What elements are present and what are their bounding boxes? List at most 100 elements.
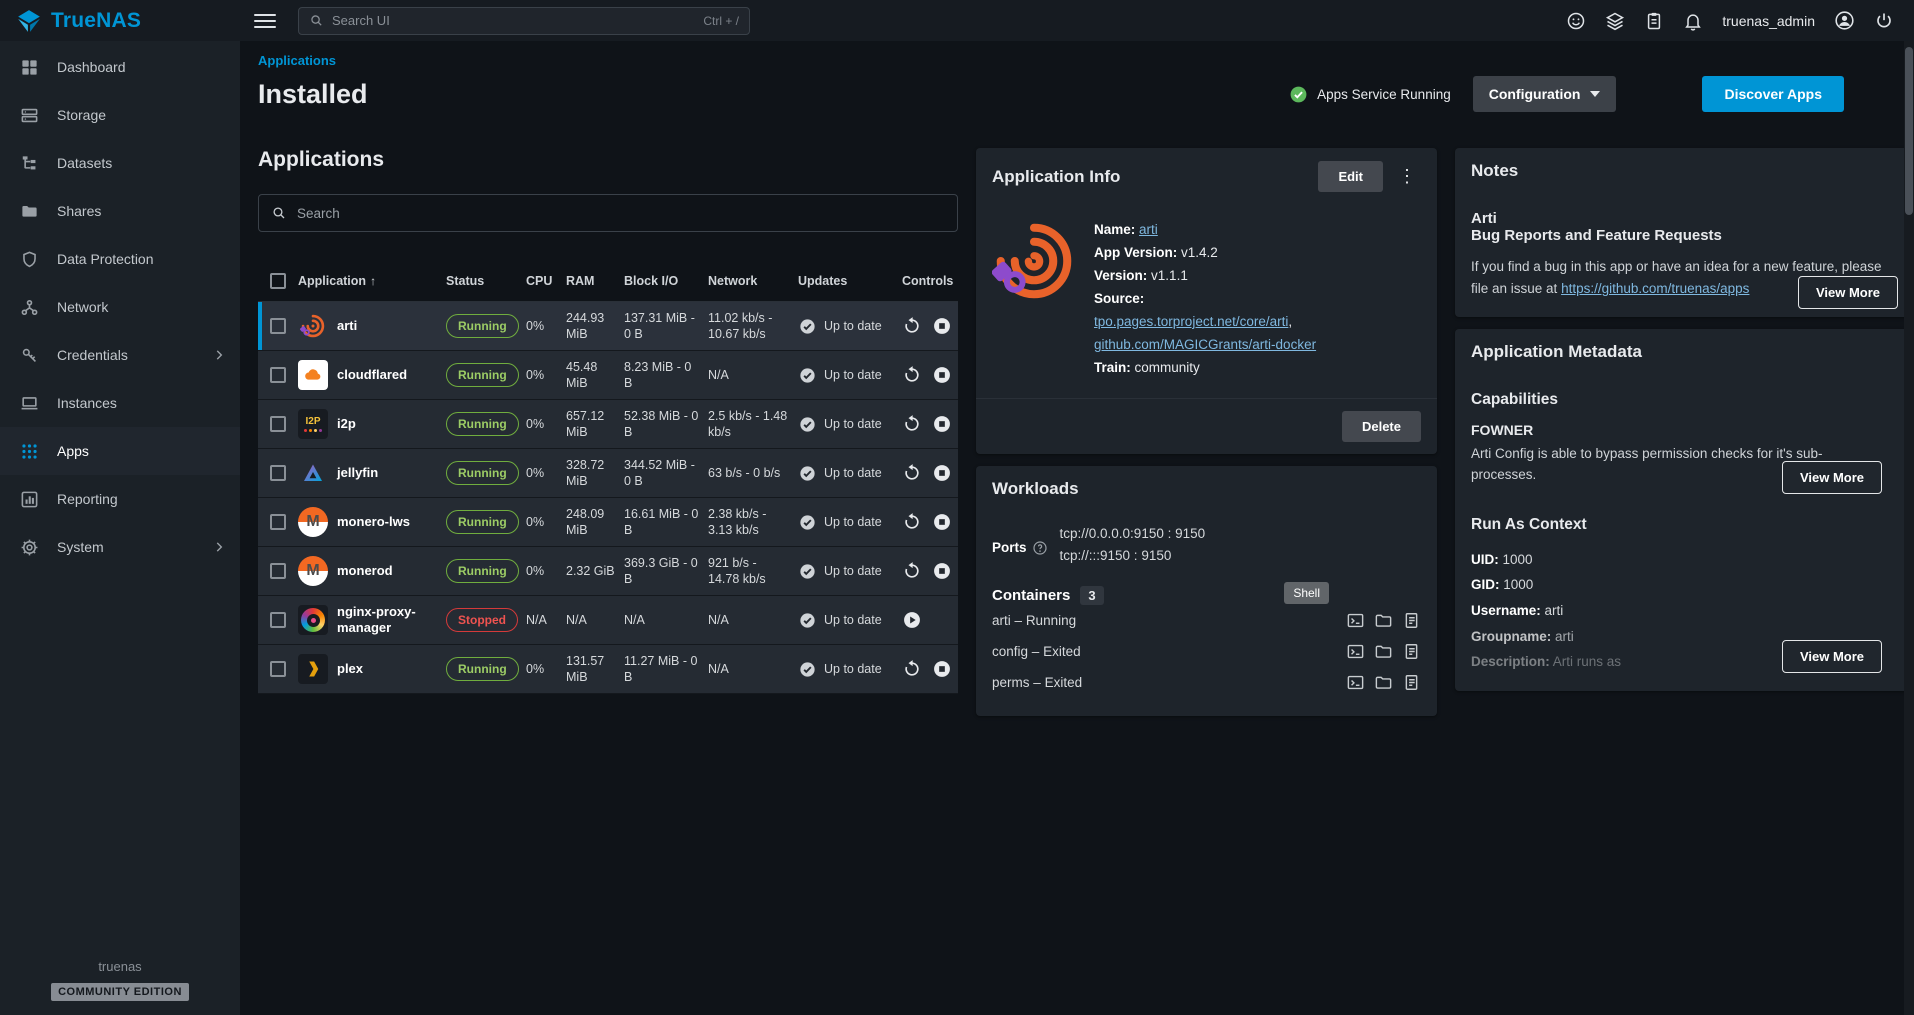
column-header-ram[interactable]: RAM — [566, 274, 624, 288]
discover-apps-button[interactable]: Discover Apps — [1702, 76, 1844, 112]
breadcrumb[interactable]: Applications — [258, 53, 1914, 68]
notifications-bell-icon[interactable] — [1683, 11, 1703, 31]
container-volumes-folder-icon[interactable] — [1374, 673, 1393, 692]
sidebar-item-dashboard[interactable]: Dashboard — [0, 43, 240, 91]
updates-label: Up to date — [824, 417, 882, 431]
column-header-application[interactable]: Application↑ — [298, 274, 446, 288]
notes-view-more-button[interactable]: View More — [1798, 276, 1898, 309]
sidebar-item-label: Storage — [57, 107, 106, 123]
sidebar-item-data-protection[interactable]: Data Protection — [0, 235, 240, 283]
sidebar-item-label: System — [57, 539, 104, 555]
restart-button[interactable] — [902, 414, 922, 434]
cpu-value: 0% — [526, 319, 566, 333]
container-shell-icon[interactable] — [1346, 673, 1365, 692]
apps-search-input[interactable] — [297, 206, 945, 221]
container-shell-icon[interactable] — [1346, 642, 1365, 661]
column-header-network[interactable]: Network — [708, 274, 798, 288]
container-volumes-folder-icon[interactable] — [1374, 642, 1393, 661]
table-row-arti[interactable]: arti Running 0% 244.93 MiB 137.31 MiB - … — [258, 302, 958, 351]
table-row-plex[interactable]: plex Running 0% 131.57 MiB 11.27 MiB - 0… — [258, 645, 958, 694]
stop-button[interactable] — [932, 316, 952, 336]
row-checkbox[interactable] — [270, 416, 286, 432]
menu-toggle-icon[interactable] — [254, 10, 276, 32]
stop-button[interactable] — [932, 659, 952, 679]
sidebar-item-reporting[interactable]: Reporting — [0, 475, 240, 523]
app-name-link[interactable]: arti — [1139, 222, 1158, 237]
stop-button[interactable] — [932, 463, 952, 483]
edit-button[interactable]: Edit — [1318, 161, 1383, 192]
power-icon[interactable] — [1874, 11, 1894, 31]
restart-button[interactable] — [902, 463, 922, 483]
container-logs-icon[interactable] — [1402, 642, 1421, 661]
select-all-checkbox[interactable] — [270, 273, 286, 289]
table-row-jellyfin[interactable]: jellyfin Running 0% 328.72 MiB 344.52 Mi… — [258, 449, 958, 498]
row-checkbox[interactable] — [270, 563, 286, 579]
source-link[interactable]: tpo.pages.torproject.net/core/arti — [1094, 314, 1288, 329]
stop-button[interactable] — [932, 365, 952, 385]
up-to-date-icon — [798, 415, 817, 434]
start-button[interactable] — [902, 610, 922, 630]
notes-issues-link[interactable]: https://github.com/truenas/apps — [1561, 281, 1749, 296]
table-row-monerod[interactable]: M monerod Running 0% 2.32 GiB 369.3 GiB … — [258, 547, 958, 596]
row-checkbox[interactable] — [270, 318, 286, 334]
global-search-input[interactable] — [332, 13, 695, 28]
row-checkbox[interactable] — [270, 514, 286, 530]
sidebar-item-network[interactable]: Network — [0, 283, 240, 331]
run-as-view-more-button[interactable]: View More — [1782, 640, 1882, 673]
table-row-cloudflared[interactable]: cloudflared Running 0% 45.48 MiB 8.23 Mi… — [258, 351, 958, 400]
apps-search[interactable] — [258, 194, 958, 232]
container-logs-icon[interactable] — [1402, 611, 1421, 630]
sidebar-item-system[interactable]: System — [0, 523, 240, 571]
sidebar-item-credentials[interactable]: Credentials — [0, 331, 240, 379]
delete-button[interactable]: Delete — [1342, 411, 1421, 442]
up-to-date-icon — [798, 366, 817, 385]
sidebar-item-label: Network — [57, 299, 108, 315]
row-checkbox[interactable] — [270, 367, 286, 383]
capabilities-view-more-button[interactable]: View More — [1782, 461, 1882, 494]
containers-count-badge: 3 — [1080, 586, 1103, 605]
shield-icon — [20, 250, 40, 269]
table-row-nginx-proxy-manager[interactable]: nginx-proxy-manager Stopped N/A N/A N/A … — [258, 596, 958, 645]
sidebar-item-datasets[interactable]: Datasets — [0, 139, 240, 187]
restart-button[interactable] — [902, 512, 922, 532]
column-header-cpu[interactable]: CPU — [526, 274, 566, 288]
sidebar-item-shares[interactable]: Shares — [0, 187, 240, 235]
column-header-block-io[interactable]: Block I/O — [624, 274, 708, 288]
feedback-smiley-icon[interactable] — [1566, 11, 1586, 31]
network-value: 63 b/s - 0 b/s — [708, 465, 798, 481]
sidebar-item-instances[interactable]: Instances — [0, 379, 240, 427]
scrollbar-thumb[interactable] — [1905, 47, 1913, 215]
container-logs-icon[interactable] — [1402, 673, 1421, 692]
stop-button[interactable] — [932, 414, 952, 434]
row-checkbox[interactable] — [270, 661, 286, 677]
sidebar-item-apps[interactable]: Apps — [0, 427, 240, 475]
global-search[interactable]: Ctrl + / — [298, 7, 750, 35]
ram-value: 131.57 MiB — [566, 653, 624, 686]
restart-button[interactable] — [902, 561, 922, 581]
column-header-status[interactable]: Status — [446, 274, 526, 288]
status-badge: Running — [446, 510, 519, 534]
sidebar-item-storage[interactable]: Storage — [0, 91, 240, 139]
truenas-logo[interactable]: TrueNAS — [0, 8, 240, 34]
help-icon[interactable] — [1032, 540, 1048, 556]
container-shell-icon[interactable] — [1346, 611, 1365, 630]
source-link[interactable]: github.com/MAGICGrants/arti-docker — [1094, 337, 1316, 352]
truenas-logo-icon — [16, 8, 42, 34]
restart-button[interactable] — [902, 365, 922, 385]
stop-button[interactable] — [932, 512, 952, 532]
tasks-clipboard-icon[interactable] — [1644, 11, 1664, 31]
column-header-updates[interactable]: Updates — [798, 274, 902, 288]
row-checkbox[interactable] — [270, 465, 286, 481]
row-checkbox[interactable] — [270, 612, 286, 628]
container-volumes-folder-icon[interactable] — [1374, 611, 1393, 630]
configuration-button[interactable]: Configuration — [1473, 76, 1617, 112]
stop-button[interactable] — [932, 561, 952, 581]
table-row-i2p[interactable]: I2P i2p Running 0% 657.12 MiB 52.38 MiB … — [258, 400, 958, 449]
kebab-menu-icon[interactable]: ⋮ — [1393, 166, 1421, 187]
restart-button[interactable] — [902, 316, 922, 336]
user-avatar-icon[interactable] — [1834, 10, 1855, 31]
restart-button[interactable] — [902, 659, 922, 679]
sidebar-item-label: Instances — [57, 395, 117, 411]
jobs-layers-icon[interactable] — [1605, 11, 1625, 31]
table-row-monero-lws[interactable]: M monero-lws Running 0% 248.09 MiB 16.61… — [258, 498, 958, 547]
